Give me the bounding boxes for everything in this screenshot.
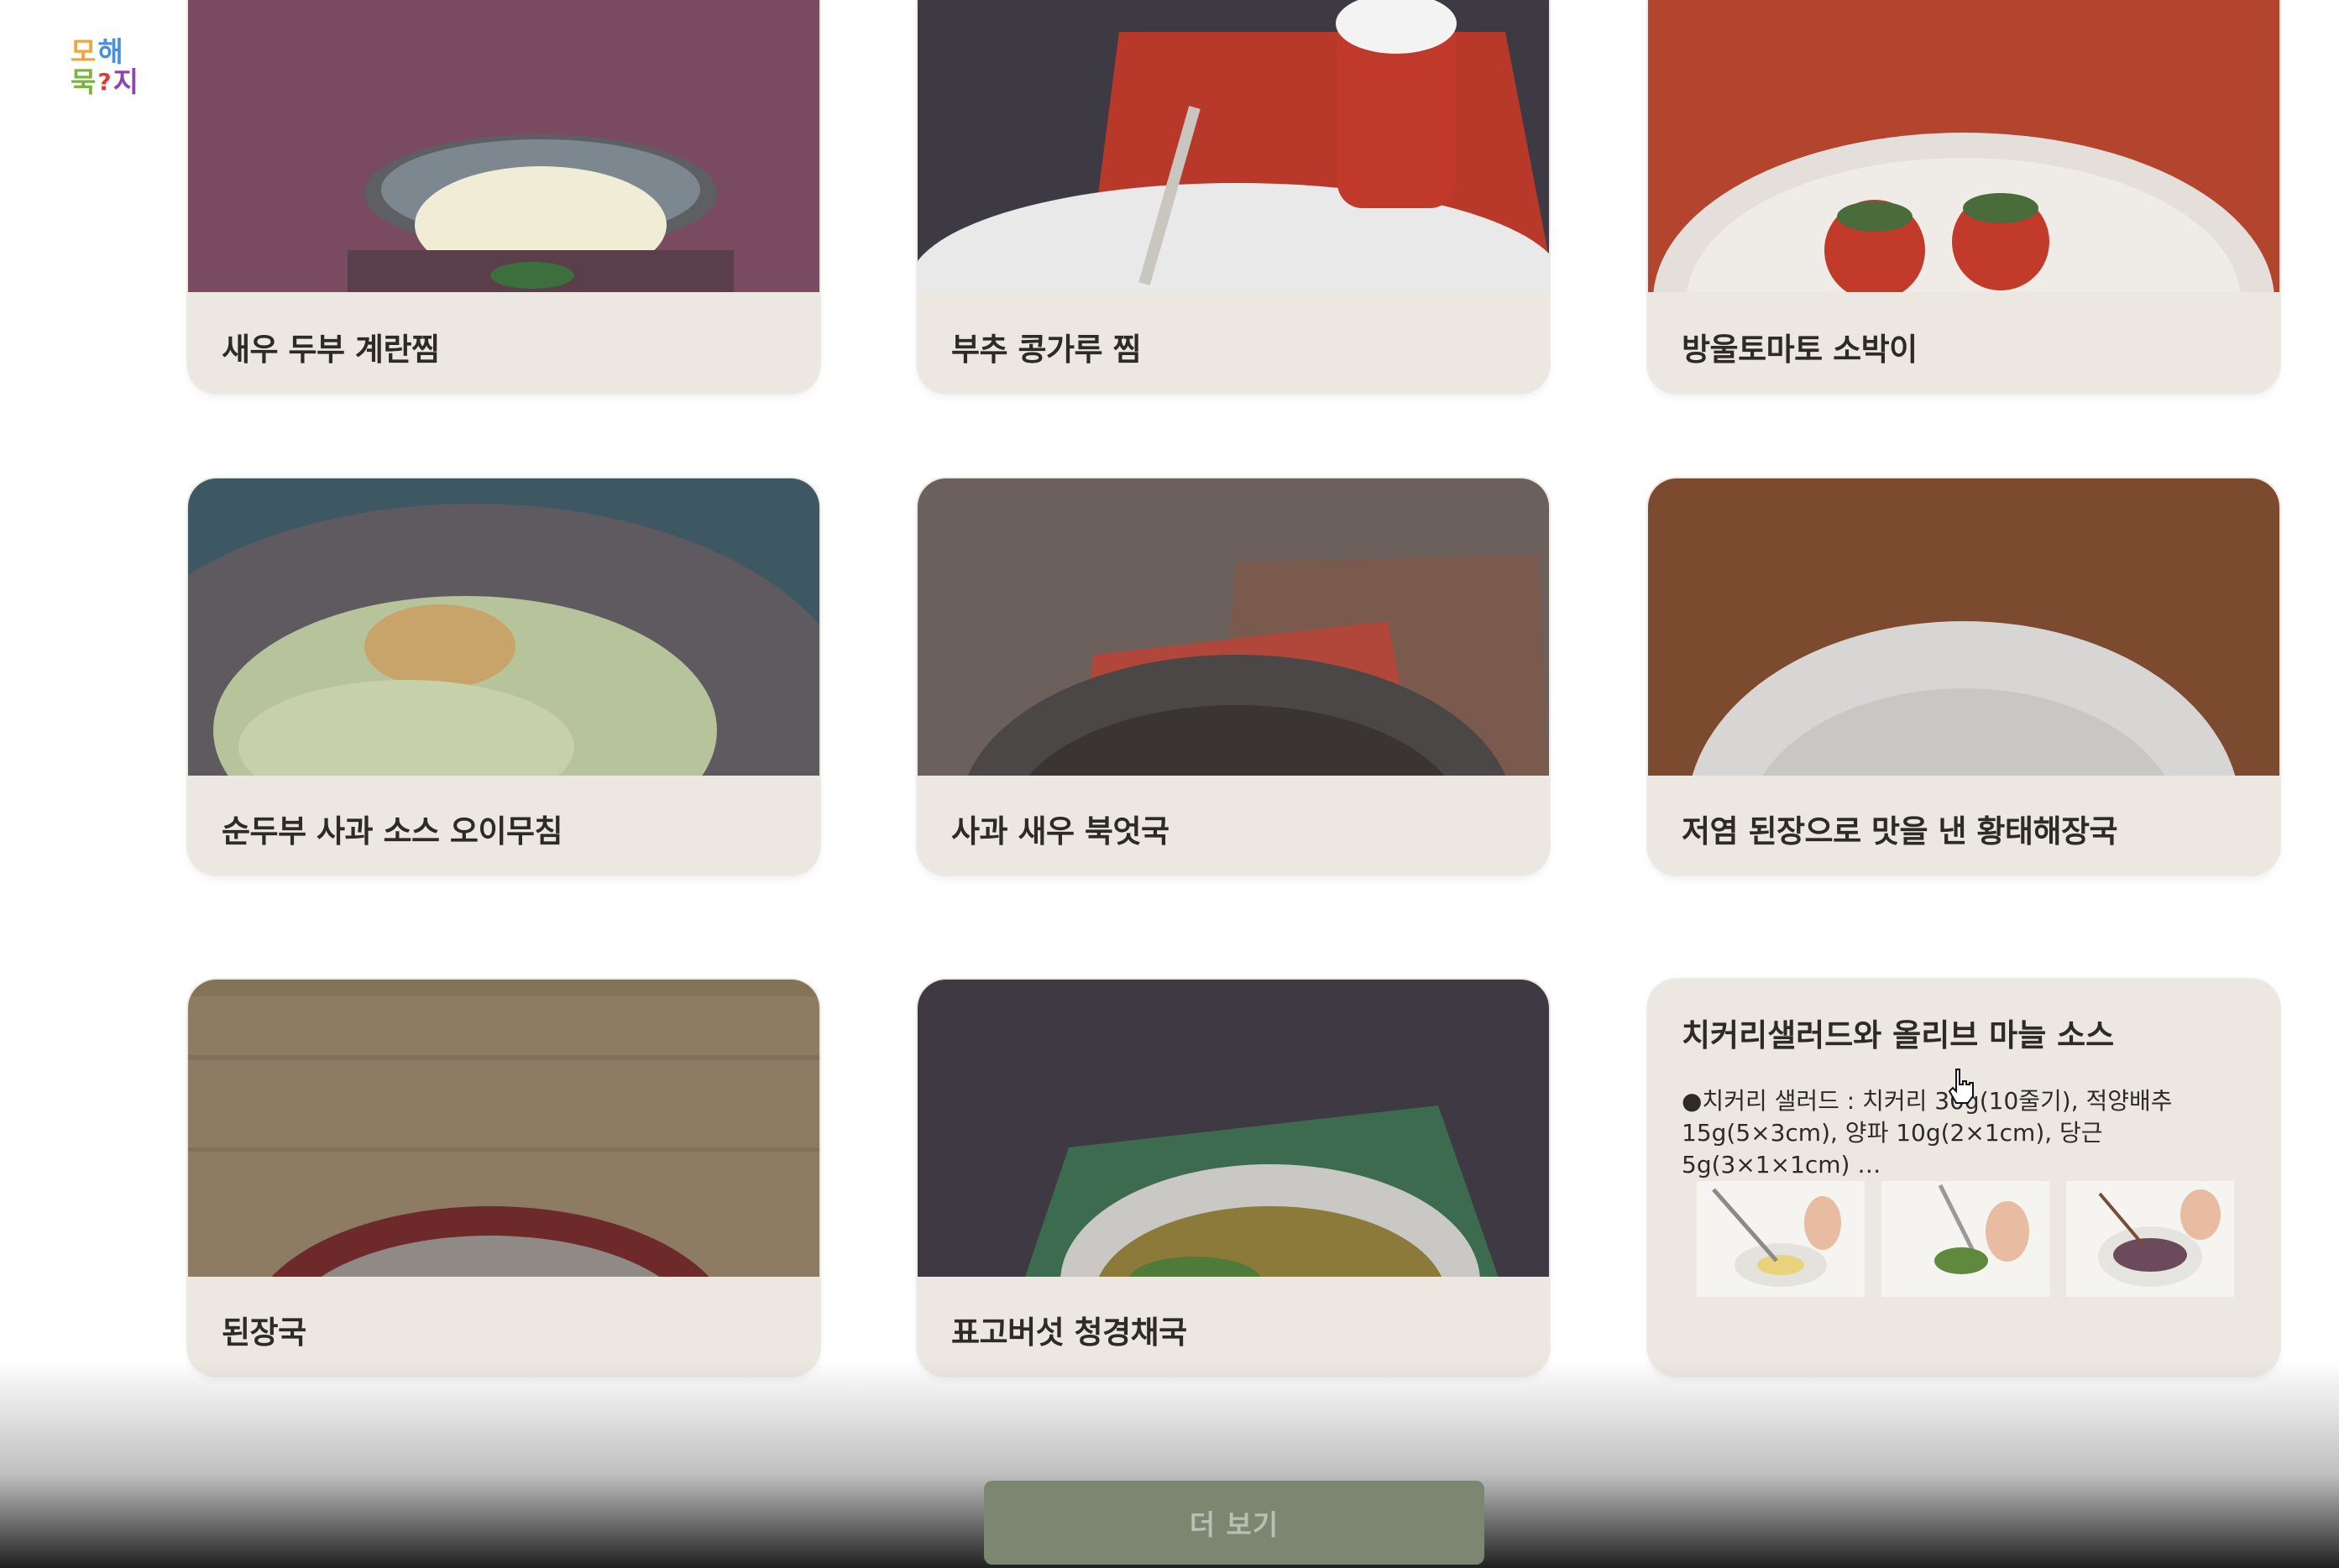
recipe-title: 된장국 [222, 1315, 306, 1351]
recipe-title: 표고버섯 청경채국 [951, 1315, 1187, 1351]
hand-cursor-icon [1946, 1066, 1980, 1106]
step-image-chop [1881, 1181, 2049, 1297]
step-image-whisk [1697, 1181, 1865, 1297]
recipe-photo-mushroom-bokchoy-soup [918, 980, 1549, 1297]
recipe-title: 순두부 사과 소스 오이무침 [222, 813, 563, 849]
recipe-photo-stuffed-tomatoes [1648, 0, 2279, 292]
recipe-card[interactable]: 순두부 사과 소스 오이무침 [188, 478, 819, 875]
recipe-title: 새우 두부 계란찜 [222, 332, 440, 368]
recipe-card[interactable]: 된장국 [188, 980, 819, 1376]
recipe-photo-plate-spoon [918, 0, 1549, 292]
recipe-photo-soup-metal-bowl [918, 478, 1549, 796]
logo-char: 지 [113, 65, 139, 98]
logo-char: 모 [71, 35, 97, 68]
logo-char: 묵 [71, 65, 97, 98]
recipe-photo-soup-white-bowl [1648, 478, 2279, 796]
recipe-photo-steamed-egg [188, 0, 819, 292]
step-image-toss [2066, 1181, 2234, 1297]
recipe-photo-cucumber-salad [188, 478, 819, 796]
logo-char: 해 [97, 35, 123, 68]
recipe-card[interactable]: 사과 새우 북엇국 [918, 478, 1549, 875]
step-images [1697, 1181, 2234, 1297]
recipe-card[interactable]: 부추 콩가루 찜 [918, 0, 1549, 393]
recipe-title: 저염 된장으로 맛을 낸 황태해장국 [1682, 813, 2118, 849]
recipe-title: 사과 새우 북엇국 [951, 813, 1170, 849]
load-more-button[interactable]: 더 보기 [984, 1481, 1484, 1565]
recipe-card[interactable]: 새우 두부 계란찜 [188, 0, 819, 393]
recipe-photo-doenjang-soup [188, 980, 819, 1297]
recipe-detail-card[interactable]: 치커리샐러드와 올리브 마늘 소스 ●치커리 샐러드 : 치커리 30g(10줄… [1648, 980, 2279, 1376]
detail-title: 치커리샐러드와 올리브 마늘 소스 [1682, 1017, 2115, 1053]
recipe-title: 방울토마토 소박이 [1682, 332, 1918, 368]
logo-char: ? [97, 68, 112, 96]
recipe-card[interactable]: 방울토마토 소박이 [1648, 0, 2279, 393]
recipe-list-page: 모 해 묵 ? 지 새우 두부 계란찜 부추 콩가루 찜 방울토마토 소박이 순… [0, 0, 2339, 1568]
recipe-card[interactable]: 저염 된장으로 맛을 낸 황태해장국 [1648, 478, 2279, 875]
site-logo[interactable]: 모 해 묵 ? 지 [71, 35, 139, 101]
recipe-title: 부추 콩가루 찜 [951, 332, 1142, 368]
recipe-card[interactable]: 표고버섯 청경채국 [918, 980, 1549, 1376]
